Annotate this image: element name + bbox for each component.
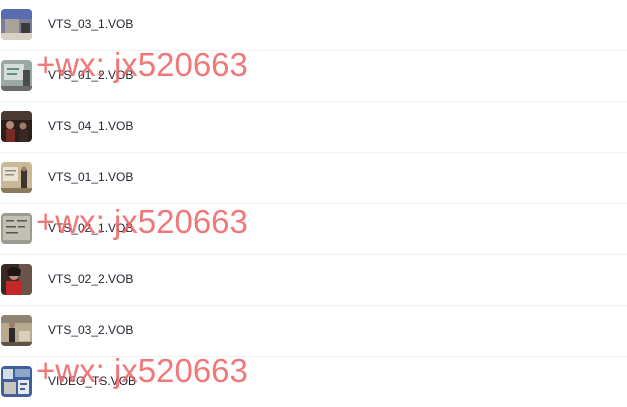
file-name: VTS_04_1.VOB	[48, 119, 134, 133]
file-row[interactable]: VTS_01_2.VOB	[0, 51, 627, 102]
video-thumbnail-icon	[1, 315, 32, 346]
file-row[interactable]: VTS_04_1.VOB	[0, 102, 627, 153]
file-name: VIDEO_TS.VOB	[48, 374, 137, 388]
video-thumbnail-icon	[1, 264, 32, 295]
video-thumbnail-icon	[1, 162, 32, 193]
file-row[interactable]: VTS_02_1.VOB	[0, 204, 627, 255]
file-row[interactable]: VTS_03_1.VOB	[0, 0, 627, 51]
file-name: VTS_01_2.VOB	[48, 68, 134, 82]
file-name: VTS_02_1.VOB	[48, 221, 134, 235]
file-name: VTS_02_2.VOB	[48, 272, 134, 286]
file-row[interactable]: VIDEO_TS.VOB	[0, 357, 627, 407]
video-thumbnail-icon	[1, 60, 32, 91]
video-thumbnail-icon	[1, 111, 32, 142]
file-name: VTS_01_1.VOB	[48, 170, 134, 184]
file-row[interactable]: VTS_03_2.VOB	[0, 306, 627, 357]
file-list: VTS_03_1.VOB VTS_01_2.VOB VTS_04_1.VOB V…	[0, 0, 627, 407]
file-row[interactable]: VTS_01_1.VOB	[0, 153, 627, 204]
file-name: VTS_03_1.VOB	[48, 17, 134, 31]
file-row[interactable]: VTS_02_2.VOB	[0, 255, 627, 306]
video-thumbnail-icon	[1, 9, 32, 40]
video-thumbnail-icon	[1, 213, 32, 244]
video-thumbnail-icon	[1, 366, 32, 397]
file-name: VTS_03_2.VOB	[48, 323, 134, 337]
